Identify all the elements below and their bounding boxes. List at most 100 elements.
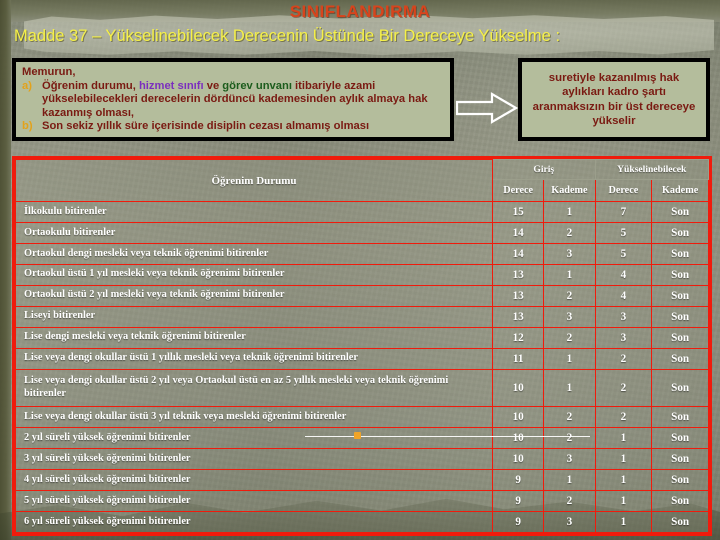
degree-table-head: Öğrenim Durumu Giriş Yükselinebilecek De…	[14, 159, 709, 202]
cell-yukselinebilecek-derece: 1	[594, 469, 653, 492]
cell-ogrenim-durumu: Ortaokul dengi mesleki veya teknik öğren…	[14, 242, 494, 265]
table-row: 4 yıl süreli yüksek öğrenimi bitirenler 9…	[14, 469, 709, 492]
cell-giris-kademe: 2	[543, 490, 596, 513]
cell-yukselinebilecek-derece: 1	[594, 490, 653, 513]
cell-yukselinebilecek-kademe: Son	[651, 221, 709, 244]
rule-text-segment: Öğrenim durumu,	[42, 79, 139, 92]
cell-giris-kademe: 1	[543, 469, 596, 492]
table-row: Ortaokulu bitirenler 14 2 5 Son	[14, 221, 709, 244]
table-row: 6 yıl süreli yüksek öğrenimi bitirenler 9…	[14, 511, 709, 533]
cell-ogrenim-durumu: Lise veya dengi okullar üstü 3 yıl tekni…	[14, 406, 494, 429]
rule-lead-text: Memurun,	[22, 66, 76, 78]
cell-giris-derece: 9	[492, 469, 545, 492]
cell-giris-kademe: 3	[543, 511, 596, 533]
degree-table-body: İlkokulu bitirenler 15 1 7 Son Ortaokulu biti…	[14, 201, 709, 533]
header-ogrenim-durumu: Öğrenim Durumu	[14, 159, 494, 202]
cell-yukselinebilecek-kademe: Son	[651, 201, 709, 223]
rule-text-segment: görev unvanı	[222, 79, 292, 92]
rule-conditions-box: Memurun, a) Öğrenim durumu, hizmet sınıfı…	[12, 58, 454, 141]
cell-ogrenim-durumu: 2 yıl süreli yüksek öğrenimi bitirenler	[14, 427, 494, 450]
cell-giris-derece: 10	[492, 368, 545, 408]
cell-ogrenim-durumu: Lise veya dengi okullar üstü 2 yıl veya …	[14, 368, 494, 408]
cell-giris-kademe: 2	[543, 427, 596, 450]
cell-yukselinebilecek-kademe: Son	[651, 263, 709, 286]
cell-giris-kademe: 3	[543, 448, 596, 471]
cell-giris-derece: 13	[492, 305, 545, 328]
cell-giris-derece: 10	[492, 406, 545, 429]
header-giris-kademe: Kademe	[543, 179, 596, 202]
cell-giris-derece: 11	[492, 347, 545, 370]
cell-yukselinebilecek-derece: 2	[594, 347, 653, 370]
table-group-header-row: Öğrenim Durumu Giriş Yükselinebilecek	[14, 159, 709, 202]
cell-giris-derece: 10	[492, 427, 545, 450]
degree-table-container: Öğrenim Durumu Giriş Yükselinebilecek De…	[12, 156, 712, 536]
cell-yukselinebilecek-derece: 5	[594, 242, 653, 265]
header-yuk-derece: Derece	[594, 179, 653, 202]
table-row: Ortaokul üstü 1 yıl mesleki veya teknik …	[14, 263, 709, 286]
cell-yukselinebilecek-kademe: Son	[651, 305, 709, 328]
cell-ogrenim-durumu: 5 yıl süreli yüksek öğrenimi bitirenler	[14, 490, 494, 513]
cell-yukselinebilecek-derece: 3	[594, 305, 653, 328]
cell-yukselinebilecek-derece: 1	[594, 427, 653, 450]
cell-yukselinebilecek-derece: 2	[594, 368, 653, 408]
cell-giris-derece: 9	[492, 511, 545, 533]
rule-text-segment: ve	[203, 79, 223, 92]
rule-item-list: a) Öğrenim durumu, hizmet sınıfı ve görev…	[22, 80, 444, 134]
page-subtitle: Madde 37 – Yükselinebilecek Derecenin Üs…	[14, 27, 561, 45]
left-edge-strip	[0, 0, 11, 540]
cell-giris-kademe: 2	[543, 284, 596, 307]
table-row: Liseyi bitirenler 13 3 3 Son	[14, 305, 709, 328]
table-row: 3 yıl süreli yüksek öğrenimi bitirenler 1…	[14, 448, 709, 471]
cell-giris-derece: 13	[492, 284, 545, 307]
cell-yukselinebilecek-kademe: Son	[651, 347, 709, 370]
cell-ogrenim-durumu: İlkokulu bitirenler	[14, 201, 494, 223]
cell-yukselinebilecek-kademe: Son	[651, 242, 709, 265]
cell-yukselinebilecek-derece: 1	[594, 511, 653, 533]
cell-ogrenim-durumu: Lise veya dengi okullar üstü 1 yıllık me…	[14, 347, 494, 370]
result-statement-box: suretiyle kazanılmış hak aylıkları kadro…	[518, 58, 710, 141]
table-row: 2 yıl süreli yüksek öğrenimi bitirenler 1…	[14, 427, 709, 450]
cell-yukselinebilecek-kademe: Son	[651, 511, 709, 533]
cell-giris-derece: 12	[492, 326, 545, 349]
cell-giris-kademe: 1	[543, 368, 596, 408]
cell-giris-kademe: 3	[543, 305, 596, 328]
cell-yukselinebilecek-kademe: Son	[651, 469, 709, 492]
rule-item-text: Öğrenim durumu, hizmet sınıfı ve görev u…	[42, 80, 444, 121]
cell-yukselinebilecek-kademe: Son	[651, 406, 709, 429]
cell-giris-kademe: 2	[543, 326, 596, 349]
table-row: Ortaokul üstü 2 yıl mesleki veya teknik …	[14, 284, 709, 307]
cell-yukselinebilecek-derece: 3	[594, 326, 653, 349]
degree-table: Öğrenim Durumu Giriş Yükselinebilecek De…	[14, 159, 709, 533]
cell-giris-derece: 9	[492, 490, 545, 513]
rule-item: b) Son sekiz yıllık süre içerisinde disip…	[22, 120, 444, 134]
cell-ogrenim-durumu: 3 yıl süreli yüksek öğrenimi bitirenler	[14, 448, 494, 471]
table-row: 5 yıl süreli yüksek öğrenimi bitirenler 9…	[14, 490, 709, 513]
cell-yukselinebilecek-derece: 1	[594, 448, 653, 471]
right-arrow-icon	[456, 92, 518, 124]
cell-yukselinebilecek-derece: 7	[594, 201, 653, 223]
header-giris-derece: Derece	[492, 179, 545, 202]
cell-ogrenim-durumu: 4 yıl süreli yüksek öğrenimi bitirenler	[14, 469, 494, 492]
rule-item-marker: b)	[22, 120, 33, 133]
cell-giris-derece: 14	[492, 242, 545, 265]
cell-giris-derece: 15	[492, 201, 545, 223]
cell-giris-kademe: 1	[543, 201, 596, 223]
cell-giris-kademe: 3	[543, 242, 596, 265]
rule-item-marker: a)	[22, 79, 32, 92]
table-row: Lise veya dengi okullar üstü 3 yıl tekni…	[14, 406, 709, 429]
header-group-giris: Giriş	[492, 159, 596, 180]
cell-giris-derece: 13	[492, 263, 545, 286]
header-group-yukselinebilecek: Yükselinebilecek	[594, 159, 709, 180]
rule-text-segment: Son sekiz yıllık süre içerisinde disipli…	[42, 120, 370, 133]
rule-item-text: Son sekiz yıllık süre içerisinde disipli…	[42, 120, 444, 134]
cell-yukselinebilecek-kademe: Son	[651, 326, 709, 349]
cell-yukselinebilecek-kademe: Son	[651, 490, 709, 513]
table-row: Ortaokul dengi mesleki veya teknik öğren…	[14, 242, 709, 265]
cell-giris-derece: 10	[492, 448, 545, 471]
cell-giris-kademe: 1	[543, 263, 596, 286]
cell-ogrenim-durumu: 6 yıl süreli yüksek öğrenimi bitirenler	[14, 511, 494, 533]
cell-yukselinebilecek-kademe: Son	[651, 368, 709, 408]
rule-item: a) Öğrenim durumu, hizmet sınıfı ve görev…	[22, 80, 444, 121]
cell-yukselinebilecek-derece: 4	[594, 284, 653, 307]
cell-ogrenim-durumu: Liseyi bitirenler	[14, 305, 494, 328]
